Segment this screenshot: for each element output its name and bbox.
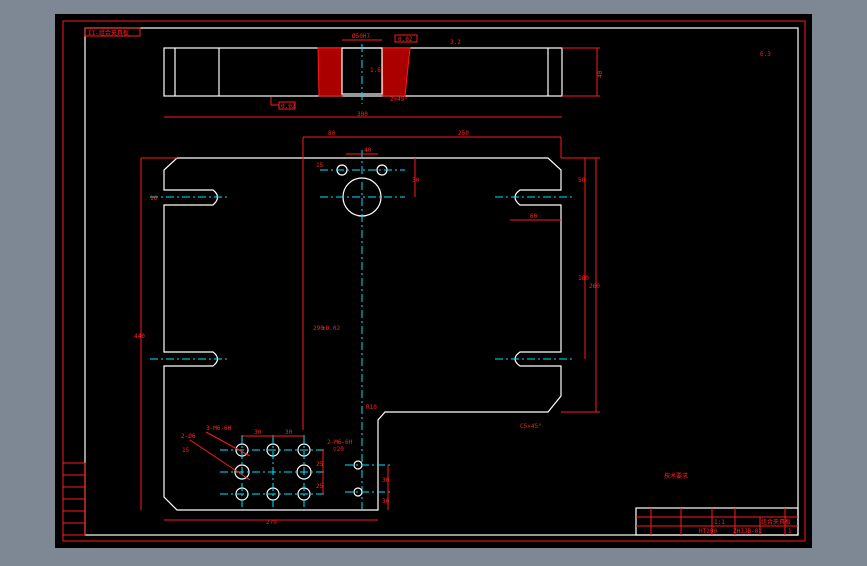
sheet: 1: [788, 528, 792, 535]
roughness-corner: 6.3: [760, 51, 771, 58]
roughness-top: 3.2: [450, 39, 461, 46]
drawing-canvas[interactable]: II-组合夹具板 Ø50H7 0.02 1.6 3.2 2×45° 40 0.0…: [0, 0, 867, 562]
dim-left-total: 440: [134, 333, 145, 340]
dim-bottom: 270: [266, 519, 277, 526]
dim-left-slot: 16: [150, 195, 158, 202]
width-dim: 300: [357, 111, 368, 118]
part-name: 组合夹具板: [761, 518, 791, 526]
hatch-right: [381, 47, 411, 97]
flatness-label: 0.02: [398, 36, 413, 43]
dim-right-total: 260: [589, 283, 600, 290]
hole-callout-2b: 2-M6-6H: [327, 439, 353, 446]
hatch-left: [317, 47, 343, 97]
bore-tolerance: ±0.02: [322, 325, 340, 332]
dim-right-mid: 180: [578, 275, 589, 282]
dim-top-total: 250: [458, 130, 469, 137]
tech-note: 技术要求: [664, 472, 688, 480]
dim-pitch-1: 30: [254, 429, 262, 436]
dim-15: 15: [316, 162, 324, 169]
dim-pitch-2: 30: [285, 429, 293, 436]
dim-v2: 25: [316, 483, 324, 490]
dim-small-1: 30: [382, 477, 390, 484]
dim-right-slot: 60: [530, 213, 538, 220]
dim-30: 30: [412, 177, 420, 184]
hole-callout-2a: 2-Ø6: [181, 433, 196, 440]
dim-bore-spacing: 40: [364, 147, 372, 154]
parallel-label: 0.02: [281, 103, 296, 110]
dim-right-top: 50: [578, 177, 586, 184]
hole-callout-2b-depth: ▽20: [333, 446, 344, 453]
model-space: [55, 14, 812, 548]
drawing-number: ZHJJB-01: [733, 528, 762, 535]
thickness-dim: 40: [597, 70, 604, 78]
radius-label: R10: [366, 404, 377, 411]
dim-small-2: 30: [382, 498, 390, 505]
dim-v1: 25: [316, 461, 324, 468]
chamfer-label-plan: C5×45°: [520, 423, 542, 430]
roughness-bore: 1.6: [370, 67, 381, 74]
material: HT200: [699, 528, 717, 535]
scale: 1:1: [714, 519, 725, 526]
hole-callout-3: 3-M6-6H: [206, 425, 232, 432]
chamfer-label: 2×45°: [390, 96, 408, 103]
dim-top-offset: 80: [328, 130, 336, 137]
hole-callout-2a-depth: 15: [182, 447, 190, 454]
title-note: II-组合夹具板: [88, 29, 129, 37]
cad-viewport[interactable]: II-组合夹具板 Ø50H7 0.02 1.6 3.2 2×45° 40 0.0…: [0, 0, 867, 562]
bore-label: Ø50H7: [352, 33, 370, 40]
